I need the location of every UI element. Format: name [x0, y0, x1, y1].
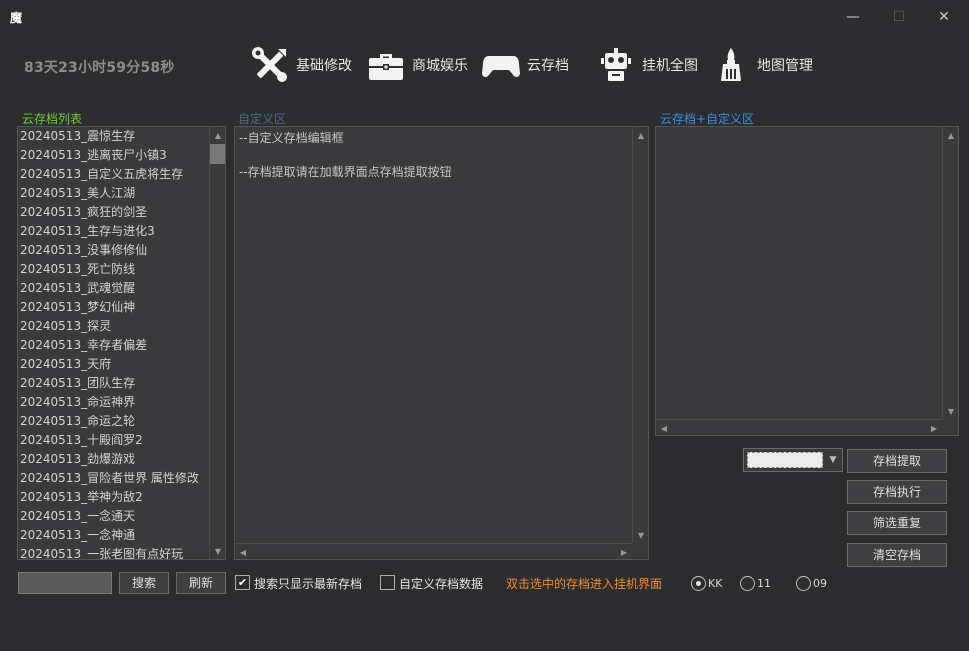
list-item[interactable]: 20240513_一念神通 — [18, 526, 209, 545]
scroll-down-icon[interactable]: ▼ — [633, 527, 649, 543]
search-button[interactable]: 搜索 — [119, 572, 169, 594]
radio-11-label: 11 — [757, 577, 771, 590]
nav-shop-entertainment[interactable]: 商城娱乐 — [366, 44, 468, 86]
cloud-save-list-label: 云存档列表 — [22, 112, 83, 126]
list-item[interactable]: 20240513_自定义五虎将生存 — [18, 165, 209, 184]
list-item[interactable]: 20240513_死亡防线 — [18, 260, 209, 279]
dropdown-value — [747, 452, 823, 468]
list-item[interactable]: 20240513_举神为敌2 — [18, 488, 209, 507]
custom-data-checkbox[interactable] — [380, 575, 395, 590]
scroll-down-icon[interactable]: ▼ — [210, 543, 226, 559]
nav-label: 云存档 — [527, 58, 569, 74]
editor-vscrollbar[interactable]: ▲ ▼ — [632, 127, 648, 543]
list-item[interactable]: 20240513_疯狂的剑圣 — [18, 203, 209, 222]
nav-auto-all-maps[interactable]: 挂机全图 — [596, 44, 698, 86]
refresh-button[interactable]: 刷新 — [176, 572, 226, 594]
close-button[interactable]: ✕ — [929, 6, 959, 28]
list-item[interactable]: 20240513_天府 — [18, 355, 209, 374]
radio-kk-label: KK — [708, 577, 723, 590]
latest-only-checkbox[interactable]: ✔ — [235, 575, 250, 590]
search-input[interactable] — [18, 572, 112, 594]
nav-label: 挂机全图 — [642, 58, 698, 74]
editor-text: --自定义存档编辑框 --存档提取请在加载界面点存档提取按钮 — [239, 131, 452, 179]
list-item[interactable]: 20240513_逃离丧尸小镇3 — [18, 146, 209, 165]
list-item[interactable]: 20240513_生存与进化3 — [18, 222, 209, 241]
scroll-up-icon[interactable]: ▲ — [943, 127, 959, 143]
minimize-button[interactable]: — — [838, 6, 868, 28]
scroll-left-icon[interactable]: ◀ — [656, 420, 672, 436]
list-item[interactable]: 20240513_团队生存 — [18, 374, 209, 393]
scroll-up-icon[interactable]: ▲ — [210, 127, 226, 143]
list-item[interactable]: 20240513_十殿阎罗2 — [18, 431, 209, 450]
robot-icon — [601, 48, 631, 81]
radio-kk[interactable] — [691, 576, 706, 591]
nav-map-manage[interactable]: 地图管理 — [711, 44, 813, 86]
custom-area-label: 自定义区 — [238, 112, 287, 126]
list-item[interactable]: 20240513_一念通天 — [18, 507, 209, 526]
brush-icon — [721, 48, 741, 81]
briefcase-icon — [369, 54, 403, 80]
scroll-down-icon[interactable]: ▼ — [943, 403, 959, 419]
chevron-down-icon: ▼ — [829, 455, 837, 465]
custom-save-editor[interactable]: --自定义存档编辑框 --存档提取请在加载界面点存档提取按钮 ▲ ▼ ◀ ▶ — [234, 126, 649, 560]
latest-only-label: 搜索只显示最新存档 — [254, 577, 363, 591]
remaining-time: 83天23小时59分58秒 — [24, 60, 175, 76]
list-item[interactable]: 20240513_幸存者偏差 — [18, 336, 209, 355]
tools-icon — [252, 47, 287, 82]
list-item[interactable]: 20240513_震惊生存 — [18, 127, 209, 146]
execute-save-button[interactable]: 存档执行 — [847, 480, 947, 504]
extract-save-button[interactable]: 存档提取 — [847, 449, 947, 473]
maximize-button[interactable]: ☐ — [884, 6, 914, 28]
cloud-save-list[interactable]: 20240513_震惊生存 20240513_逃离丧尸小镇3 20240513_自定… — [17, 126, 226, 560]
save-selector-dropdown[interactable]: ▼ — [743, 448, 843, 472]
radio-11[interactable] — [740, 576, 755, 591]
cloud-custom-area[interactable]: ▲ ▼ ◀ ▶ — [655, 126, 959, 436]
list-item[interactable]: 20240513_命运之轮 — [18, 412, 209, 431]
list-item[interactable]: 20240513_一张老图有点好玩 — [18, 545, 209, 559]
list-item[interactable]: 20240513_探灵 — [18, 317, 209, 336]
right-hscrollbar[interactable]: ◀ ▶ — [656, 419, 942, 435]
save-list-scrollbar[interactable]: ▲ ▼ — [209, 127, 225, 559]
scrollbar-thumb[interactable] — [210, 144, 225, 164]
right-vscrollbar[interactable]: ▲ ▼ — [942, 127, 958, 419]
scroll-left-icon[interactable]: ◀ — [235, 544, 251, 560]
scroll-right-icon[interactable]: ▶ — [926, 420, 942, 436]
double-click-hint: 双击选中的存档进入挂机界面 — [506, 577, 663, 591]
list-item[interactable]: 20240513_没事修修仙 — [18, 241, 209, 260]
save-list-items: 20240513_震惊生存 20240513_逃离丧尸小镇3 20240513_自定… — [18, 127, 209, 559]
radio-09-label: 09 — [813, 577, 827, 590]
cloud-custom-area-label: 云存档+自定义区 — [660, 112, 755, 126]
list-item[interactable]: 20240513_梦幻仙神 — [18, 298, 209, 317]
editor-hscrollbar[interactable]: ◀ ▶ — [235, 543, 632, 559]
list-item[interactable]: 20240513_命运神界 — [18, 393, 209, 412]
filter-duplicates-button[interactable]: 筛选重复 — [847, 511, 947, 535]
app-icon: 魔 — [10, 11, 23, 25]
clear-saves-button[interactable]: 清空存档 — [847, 543, 947, 567]
list-item[interactable]: 20240513_冒险者世界 属性修改 — [18, 469, 209, 488]
nav-label: 基础修改 — [296, 58, 352, 74]
gamepad-icon — [482, 56, 520, 77]
radio-09[interactable] — [796, 576, 811, 591]
list-item[interactable]: 20240513_美人江湖 — [18, 184, 209, 203]
scroll-up-icon[interactable]: ▲ — [633, 127, 649, 143]
list-item[interactable]: 20240513_劲爆游戏 — [18, 450, 209, 469]
nav-basic-modify[interactable]: 基础修改 — [250, 44, 352, 86]
nav-label: 商城娱乐 — [412, 58, 468, 74]
scroll-right-icon[interactable]: ▶ — [616, 544, 632, 560]
nav-label: 地图管理 — [757, 58, 813, 74]
nav-cloud-save[interactable]: 云存档 — [481, 44, 569, 86]
custom-data-label: 自定义存档数据 — [399, 577, 484, 591]
list-item[interactable]: 20240513_武魂觉醒 — [18, 279, 209, 298]
